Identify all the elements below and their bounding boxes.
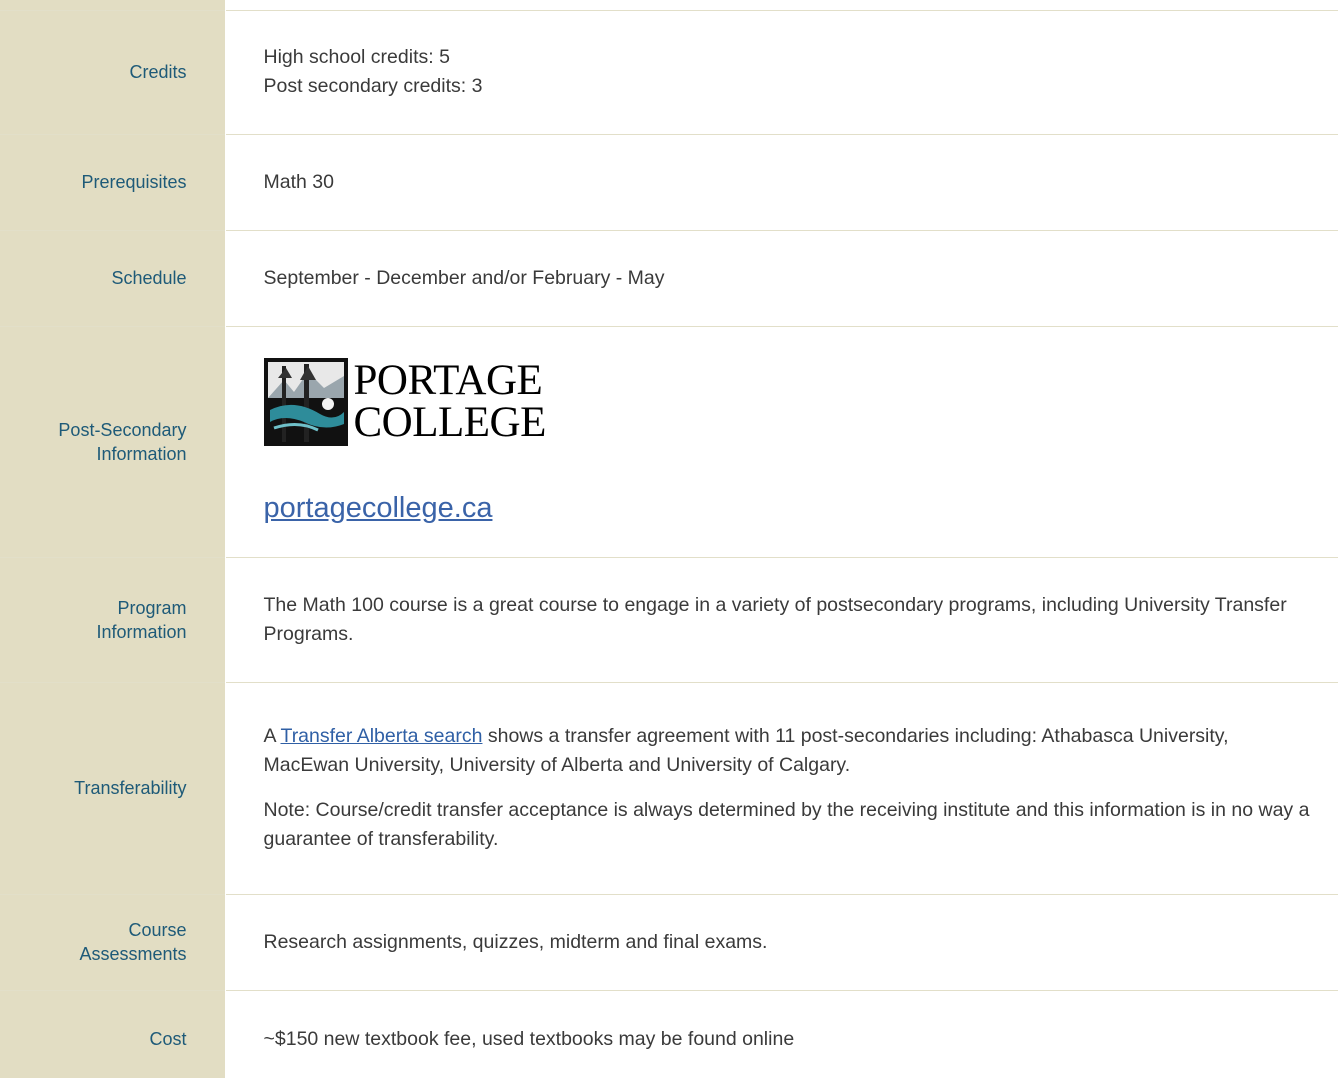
row-label: Transferability [0,681,226,894]
portage-logo-mark-icon [263,357,348,446]
course-info-table: Credits High school credits: 5 Post seco… [0,0,1338,1078]
row-label: Cost [0,989,226,1078]
transfer-text-prefix: A [263,725,281,747]
row-value: September - December and/or February - M… [225,229,1338,326]
row-label: Post-Secondary Information [0,325,226,557]
row-label-text: Program Information [96,597,187,642]
row-label: Prerequisites [0,133,226,230]
table-row-cost: Cost ~$150 new textbook fee, used textbo… [0,989,1338,1078]
table-row-program-info: Program Information The Math 100 course … [0,556,1338,682]
row-value: ~$150 new textbook fee, used textbooks m… [225,989,1338,1078]
table-row-transferability: Transferability A Transfer Alberta searc… [0,681,1338,894]
table-row-course-assessments: Course Assessments Research assignments,… [0,893,1338,990]
post-secondary-credits: Post secondary credits: 3 [263,75,483,97]
row-value: Math 30 [225,133,1338,230]
table-row-schedule: Schedule September - December and/or Feb… [0,229,1338,326]
table-row-credits: Credits High school credits: 5 Post seco… [0,9,1338,134]
transfer-note: Note: Course/credit transfer acceptance … [263,799,1310,850]
row-label: Schedule [0,229,226,326]
high-school-credits: High school credits: 5 [263,46,450,68]
logo-wordmark: PORTAGE COLLEGE [353,356,547,446]
row-label: Program Information [0,556,226,682]
row-label-text: Course Assessments [79,920,187,964]
table-row-post-secondary: Post-Secondary Information PORTAGE COLLE… [0,325,1338,557]
row-value: A Transfer Alberta search shows a transf… [225,681,1338,894]
table-top-spacer [0,0,1338,10]
row-value: High school credits: 5 Post secondary cr… [225,9,1338,134]
logo-word-college: COLLEGE [353,398,547,446]
transfer-alberta-search-link[interactable]: Transfer Alberta search [281,725,483,747]
row-value: The Math 100 course is a great course to… [225,556,1338,682]
logo-word-portage: PORTAGE [353,356,543,404]
transfer-paragraph: A Transfer Alberta search shows a transf… [264,722,1315,780]
row-label-text: Post-Secondary Information [58,419,187,464]
portage-college-link[interactable]: portagecollege.ca [264,490,493,526]
row-value: Research assignments, quizzes, midterm a… [225,893,1338,990]
table-row-prerequisites: Prerequisites Math 30 [0,133,1338,230]
portage-college-logo: PORTAGE COLLEGE [263,356,1315,446]
row-label: Credits [0,9,226,134]
row-label: Course Assessments [0,893,226,990]
row-value: PORTAGE COLLEGE portagecollege.ca [225,325,1338,557]
